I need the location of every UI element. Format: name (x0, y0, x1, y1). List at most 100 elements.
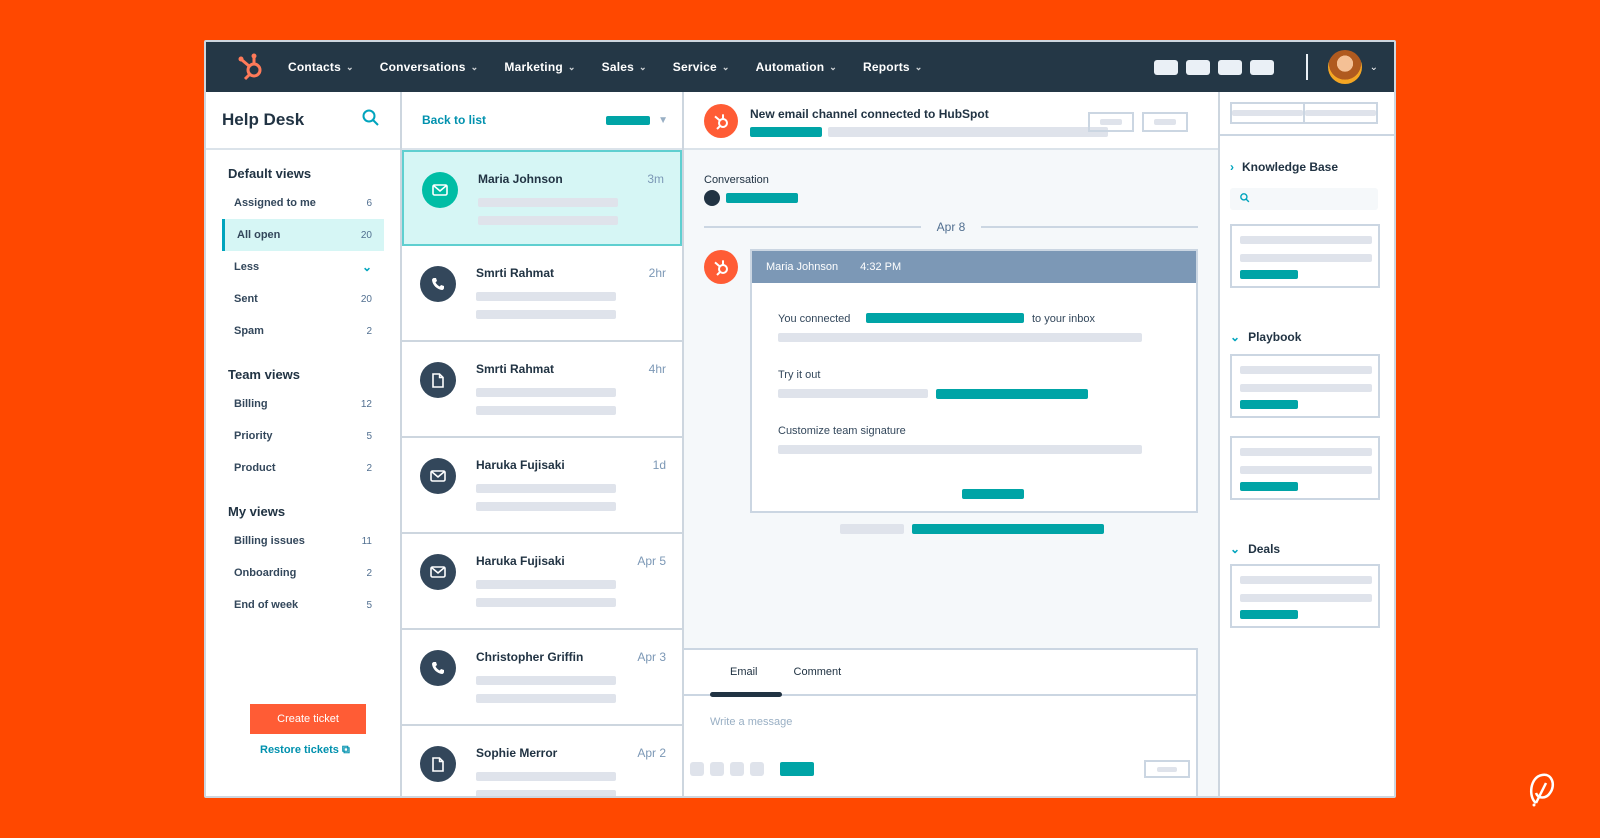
corner-logo-icon (1526, 769, 1560, 814)
sidebar-item-assigned-to-me[interactable]: Assigned to me 6 (222, 187, 384, 219)
sidebar-title: Help Desk (222, 110, 305, 129)
conversation-item[interactable]: Haruka Fujisaki 1d (402, 438, 682, 534)
tab-email[interactable]: Email (730, 666, 758, 678)
deal-card[interactable] (1230, 564, 1380, 628)
message-line3: Customize team signature (778, 425, 906, 437)
send-button[interactable] (780, 762, 814, 776)
sidebar-item-label: Product (234, 462, 276, 474)
nav-item-marketing[interactable]: Marketing ⌄ (504, 60, 575, 74)
sidebar-section-title: Team views (228, 367, 301, 382)
nav-pill-1[interactable] (1153, 59, 1178, 75)
search-icon[interactable] (362, 109, 380, 132)
conversation-time: 3m (647, 172, 664, 186)
message-sender: Maria Johnson (766, 261, 839, 273)
nav-pill-2[interactable] (1185, 59, 1210, 75)
sidebar-item-billing[interactable]: Billing 12 (222, 388, 384, 420)
nav-item-conversations[interactable]: Conversations ⌄ (380, 60, 479, 74)
chevron-down-icon[interactable]: ⌄ (1370, 62, 1378, 73)
conversation-item[interactable]: Smrti Rahmat 4hr (402, 342, 682, 438)
email-icon (420, 554, 456, 590)
app-window: Contacts ⌄ Conversations ⌄ Marketing ⌄ Sales ⌄ S… (204, 40, 1396, 798)
sidebar-item-end-of-week[interactable]: End of week 5 (222, 589, 384, 621)
sidebar-item-spam[interactable]: Spam 2 (222, 315, 384, 347)
header-gray-bar (828, 127, 1108, 137)
conversation-item[interactable]: Smrti Rahmat 2hr (402, 246, 682, 342)
header-action-button-1[interactable] (1088, 112, 1134, 132)
header-action-button-2[interactable] (1142, 112, 1188, 132)
right-tab-2[interactable] (1303, 104, 1376, 122)
nav-pill-3[interactable] (1217, 59, 1242, 75)
nav-item-service[interactable]: Service ⌄ (673, 60, 730, 74)
channel-title: New email channel connected to HubSpot (750, 107, 989, 121)
sidebar-item-label: Spam (234, 325, 264, 337)
sidebar-item-label: Assigned to me (234, 197, 316, 209)
right-panel-tabs[interactable] (1230, 102, 1378, 124)
knowledge-search-input[interactable] (1230, 188, 1378, 210)
restore-tickets-link[interactable]: Restore tickets ⧉ (260, 744, 350, 757)
toolbar-button-2[interactable] (710, 762, 724, 776)
conversation-time: 2hr (648, 266, 666, 280)
toolbar-button-4[interactable] (750, 762, 764, 776)
nav-item-contacts[interactable]: Contacts ⌄ (288, 60, 354, 74)
sidebar-item-label: All open (237, 229, 281, 241)
sidebar-item-all-open[interactable]: All open 20 (222, 219, 384, 251)
sidebar-item-priority[interactable]: Priority 5 (222, 420, 384, 452)
message-input[interactable]: Write a message (710, 716, 792, 728)
conversation-time: Apr 3 (637, 650, 666, 664)
nav-item-reports[interactable]: Reports ⌄ (863, 60, 923, 74)
chat-icon (704, 190, 720, 206)
filter-value-bar (606, 115, 651, 125)
knowledge-base-section[interactable]: › Knowledge Base (1230, 160, 1338, 174)
playbook-card-1[interactable] (1230, 354, 1380, 418)
restore-tickets-label: Restore tickets (260, 744, 339, 756)
sidebar-item-billing-issues[interactable]: Billing issues 11 (222, 525, 384, 557)
card-action-teal[interactable] (962, 489, 1024, 499)
playbook-section[interactable]: ⌄ Playbook (1230, 330, 1301, 344)
conversation-item[interactable]: Haruka Fujisaki Apr 5 (402, 534, 682, 630)
sidebar-item-sent[interactable]: Sent 20 (222, 283, 384, 315)
conversation-teal-bar (726, 193, 798, 203)
playbook-card-2[interactable] (1230, 436, 1380, 500)
nav-item-label: Reports (863, 60, 910, 74)
back-to-list-link[interactable]: Back to list (422, 113, 486, 127)
conversation-time: 1d (652, 458, 666, 472)
date-divider: Apr 8 (704, 220, 1198, 234)
conversation-label: Conversation (704, 174, 769, 186)
hubspot-logo-icon[interactable] (234, 50, 268, 84)
conversation-name: Maria Johnson (478, 172, 563, 186)
toolbar-button-3[interactable] (730, 762, 744, 776)
sidebar-item-less[interactable]: Less ⌄ (222, 251, 384, 283)
nav-item-automation[interactable]: Automation ⌄ (756, 60, 837, 74)
phone-icon (420, 650, 456, 686)
conversation-item[interactable]: Maria Johnson 3m (402, 150, 682, 246)
date-label: Apr 8 (936, 220, 966, 234)
create-ticket-button[interactable]: Create ticket (250, 704, 366, 734)
toolbar-button-1[interactable] (690, 762, 704, 776)
knowledge-card[interactable] (1230, 224, 1380, 288)
email-icon (422, 172, 458, 208)
message-line1-start: You connected (778, 313, 851, 325)
chevron-down-icon: ⌄ (470, 61, 479, 72)
sidebar-item-count: 2 (366, 325, 372, 337)
conversation-item[interactable]: Christopher Griffin Apr 3 (402, 630, 682, 726)
nav-pill-4[interactable] (1249, 59, 1274, 75)
composer-more-button[interactable] (1144, 760, 1190, 778)
sidebar-item-count: 2 (366, 567, 372, 579)
playbook-title: Playbook (1248, 330, 1302, 344)
right-tab-1[interactable] (1232, 104, 1303, 122)
sidebar-item-count: 20 (360, 293, 372, 305)
filter-dropdown[interactable]: ▼ (606, 115, 668, 126)
sidebar-item-product[interactable]: Product 2 (222, 452, 384, 484)
try-it-teal-bar[interactable] (936, 389, 1088, 399)
top-nav: Contacts ⌄ Conversations ⌄ Marketing ⌄ Sales ⌄ S… (206, 42, 1394, 92)
nav-item-sales[interactable]: Sales ⌄ (602, 60, 647, 74)
conversation-name: Sophie Merror (476, 746, 558, 760)
conversation-item[interactable]: Sophie Merror Apr 2 (402, 726, 682, 796)
avatar[interactable] (1327, 50, 1362, 84)
nav-divider (1305, 54, 1308, 80)
tab-comment[interactable]: Comment (794, 666, 842, 678)
chevron-down-icon: ⌄ (639, 61, 647, 72)
chevron-down-icon: ⌄ (1230, 330, 1241, 344)
sidebar-item-onboarding[interactable]: Onboarding 2 (222, 557, 384, 589)
deals-section[interactable]: ⌄ Deals (1230, 542, 1280, 556)
